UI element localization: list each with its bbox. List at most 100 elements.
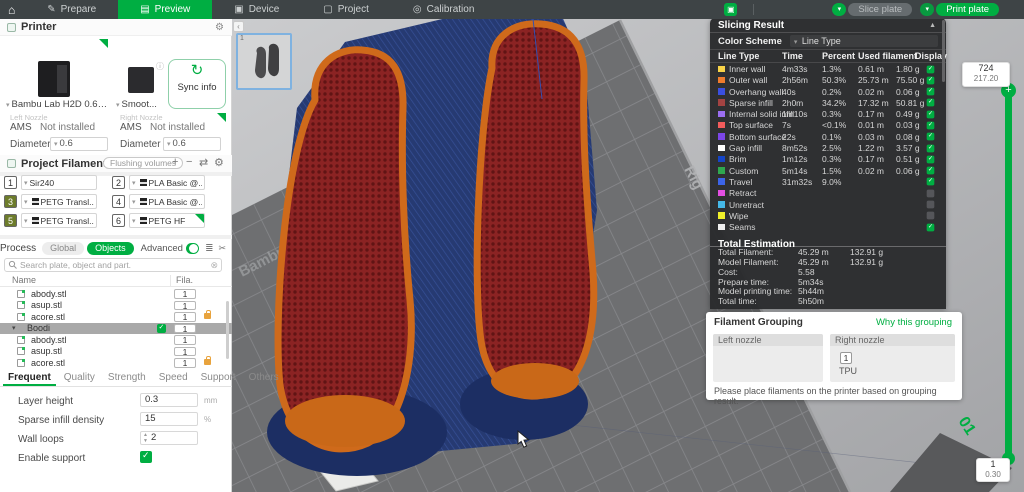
tree-scrollbar[interactable] [226, 301, 229, 359]
why-this-grouping-link[interactable]: Why this grouping [876, 317, 952, 328]
filament-number-chip[interactable]: 3 [4, 195, 17, 208]
home-icon[interactable]: ⌂ [8, 3, 15, 17]
display-checkbox[interactable] [927, 76, 935, 84]
tree-fila-value[interactable]: 1 [174, 312, 196, 322]
filament-select[interactable]: ▾ Sir240 [21, 175, 97, 190]
tree-fila-value[interactable]: 1 [174, 358, 196, 368]
display-checkbox[interactable] [927, 110, 935, 118]
display-checkbox[interactable] [927, 88, 935, 96]
filament-select[interactable]: ▾ PETG Transl... [21, 213, 97, 228]
print-dropdown-icon[interactable]: ▾ [920, 3, 934, 16]
tree-fila-value[interactable]: 1 [174, 301, 196, 311]
display-checkbox[interactable] [927, 144, 935, 152]
toolbar-tab[interactable]: ▤ Preview [118, 0, 212, 19]
printer-settings-gear-icon[interactable]: ⚙ [215, 22, 224, 33]
tree-row[interactable]: ▾ asup.stl 1 [0, 346, 232, 358]
display-checkbox[interactable] [927, 99, 935, 107]
tree-row[interactable]: ▾ asup.stl 1 [0, 300, 232, 312]
layer-height-input[interactable]: 0.3 [140, 393, 198, 407]
tree-row[interactable]: ▾ abody.stl 1 [0, 334, 232, 346]
settings-tab[interactable]: Others [244, 371, 284, 386]
collapse-panel-icon[interactable]: ▲ [929, 22, 936, 29]
plate-type-image[interactable] [128, 67, 154, 93]
display-checkbox[interactable] [927, 133, 935, 141]
slice-dropdown-icon[interactable]: ▾ [832, 3, 846, 16]
process-mode-pill[interactable]: Global [42, 242, 84, 255]
settings-tab[interactable]: Speed [154, 371, 193, 386]
sliced-model[interactable] [267, 19, 597, 476]
slice-plate-button[interactable]: ▾ Slice plate [832, 3, 912, 16]
lock-icon[interactable] [204, 313, 211, 319]
clear-search-icon[interactable]: ⊗ [210, 260, 218, 271]
tree-fila-value[interactable]: 1 [174, 335, 196, 345]
display-checkbox[interactable] [927, 201, 935, 209]
advanced-toggle[interactable] [186, 243, 199, 254]
print-plate-button[interactable]: ▾ Print plate [920, 3, 999, 16]
settings-tab[interactable]: Frequent [3, 371, 56, 386]
display-checkbox[interactable] [927, 65, 935, 73]
tree-row[interactable]: ▾ abody.stl 1 [0, 288, 232, 300]
tree-row[interactable]: ▾ acore.stl 1 [0, 311, 232, 323]
filament-select[interactable]: ▾ PETG Transl... [21, 194, 97, 209]
enable-support-checkbox[interactable] [140, 451, 152, 463]
sparse-density-input[interactable]: 15 [140, 412, 198, 426]
display-checkbox[interactable] [927, 212, 935, 220]
tree-fila-value[interactable]: 1 [174, 289, 196, 299]
sync-ams-icon[interactable]: ⇄ [199, 156, 208, 169]
tree-row[interactable]: ▾ Boodi 1 [0, 323, 232, 335]
green-app-icon[interactable]: ▣ [724, 3, 737, 16]
tree-row[interactable]: ▾ acore.stl 1 [0, 357, 232, 369]
printer-image[interactable] [38, 61, 70, 97]
diameter-select-left[interactable]: ▾0.6 [50, 137, 108, 151]
filament-number-chip[interactable]: 4 [112, 195, 125, 208]
panel-collapse-button[interactable]: ‹ [233, 21, 244, 32]
plate-info-icon[interactable]: ⓘ [156, 61, 164, 72]
display-checkbox[interactable] [927, 167, 935, 175]
filament-settings-gear-icon[interactable]: ⚙ [214, 156, 224, 169]
display-checkbox[interactable] [927, 223, 935, 231]
tree-caret-icon[interactable]: ▾ [12, 324, 22, 332]
toolbar-tab[interactable]: ✎ Prepare [25, 0, 118, 19]
diameter-select-right[interactable]: ▾0.6 [163, 137, 221, 151]
tree-fila-value[interactable]: 1 [174, 347, 196, 357]
model-insole-right[interactable] [477, 24, 594, 396]
plate-type-select[interactable]: ▾Smoot... [116, 99, 166, 110]
wall-loops-stepper[interactable]: ▲▼ 2 [140, 431, 198, 445]
layer-slider-track[interactable] [1005, 88, 1012, 460]
toolbar-tab[interactable]: ▣ Device [212, 0, 301, 19]
lock-icon[interactable] [204, 359, 211, 365]
toolbar-tab[interactable]: ◎ Calibration [391, 0, 497, 19]
tree-item-check-icon[interactable] [157, 324, 166, 333]
settings-tab[interactable]: Support [196, 371, 241, 386]
plate-thumbnail[interactable]: 1 [236, 33, 292, 90]
remove-filament-button[interactable]: − [186, 156, 192, 168]
settings-tab[interactable]: Strength [103, 371, 151, 386]
color-scheme-row: Color Scheme ▾ Line Type [710, 33, 946, 50]
stepper-arrows-icon[interactable]: ▲▼ [143, 432, 148, 444]
color-scheme-select[interactable]: ▾ Line Type [790, 35, 938, 47]
filament-number-chip[interactable]: 5 [4, 214, 17, 227]
toolbar-tab-icon: ▢ [323, 4, 332, 15]
filament-select[interactable]: ▾ PLA Basic @.. [129, 194, 205, 209]
process-mode-pill[interactable]: Objects [87, 242, 134, 255]
filament-number-chip[interactable]: 1 [4, 176, 17, 189]
compare-presets-icon[interactable]: ✂ [218, 243, 226, 254]
display-checkbox[interactable] [927, 189, 935, 197]
add-filament-button[interactable]: + [172, 156, 178, 168]
toolbar-tab[interactable]: ▢ Project [301, 0, 391, 19]
settings-tab[interactable]: Quality [59, 371, 100, 386]
filament-select[interactable]: ▾ PETG HF [129, 213, 205, 228]
tree-fila-value[interactable]: 1 [174, 324, 196, 334]
filament-number-chip[interactable]: 6 [112, 214, 125, 227]
sync-info-button[interactable]: ↻ Sync info [168, 59, 226, 109]
search-input[interactable] [18, 260, 210, 270]
panel-scrollbar[interactable] [942, 20, 945, 82]
display-checkbox[interactable] [927, 156, 935, 164]
search-box[interactable]: ⊗ [4, 258, 222, 272]
printer-select[interactable]: ▾Bambu Lab H2D 0.6 no... [6, 99, 108, 110]
filament-select[interactable]: ▾ PLA Basic @.. [129, 175, 205, 190]
display-checkbox[interactable] [927, 178, 935, 186]
filament-number-chip[interactable]: 2 [112, 176, 125, 189]
display-checkbox[interactable] [927, 122, 935, 130]
view-all-settings-icon[interactable]: ≣ [205, 243, 213, 254]
